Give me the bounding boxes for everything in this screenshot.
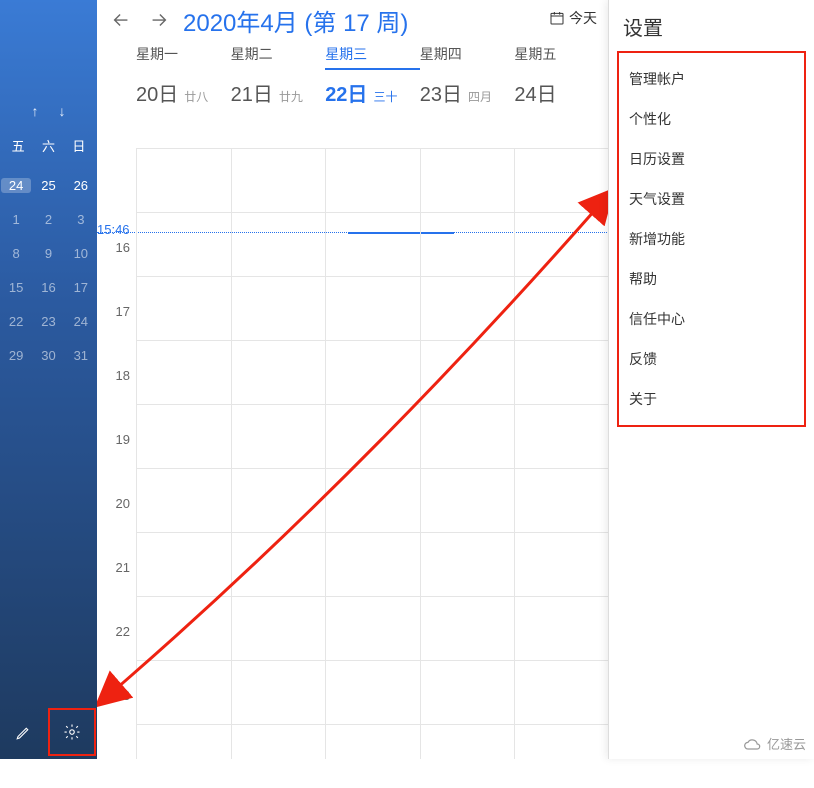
day-lunar: 三十 <box>373 88 397 105</box>
hour-label: 20 <box>97 496 136 560</box>
mini-cal-wd: 日 <box>72 136 85 155</box>
settings-item-calendar[interactable]: 日历设置 <box>619 139 804 179</box>
page-title: 2020年4月 (第 17 周) <box>183 3 408 38</box>
calendar-icon <box>549 10 565 26</box>
mini-cal-day[interactable]: 29 <box>1 348 31 363</box>
mini-cal-day[interactable]: 22 <box>1 314 31 329</box>
hour-label: 22 <box>97 624 136 688</box>
hour-label: 18 <box>97 368 136 432</box>
mini-cal-grid: 24 25 26 1 2 3 8 9 10 15 16 17 22 23 24 … <box>0 168 97 372</box>
day-cell[interactable]: 21日 廿九 <box>231 78 326 107</box>
mini-cal-day[interactable]: 10 <box>66 246 96 261</box>
mini-cal-prev-icon[interactable]: ↑ <box>32 103 39 119</box>
mini-cal-day[interactable]: 8 <box>1 246 31 261</box>
mini-cal-day[interactable]: 30 <box>33 348 63 363</box>
settings-item-personalize[interactable]: 个性化 <box>619 99 804 139</box>
settings-list: 管理帐户 个性化 日历设置 天气设置 新增功能 帮助 信任中心 反馈 关于 <box>617 51 806 427</box>
mini-cal-nav: ↑ ↓ <box>0 103 97 119</box>
hour-label: 21 <box>97 560 136 624</box>
mini-cal-day[interactable]: 9 <box>33 246 63 261</box>
weekday[interactable]: 星期五 <box>514 44 609 70</box>
watermark: 亿速云 <box>743 734 806 753</box>
settings-item-manage-account[interactable]: 管理帐户 <box>619 59 804 99</box>
day-lunar: 廿八 <box>184 88 208 105</box>
day-number: 23日 <box>420 78 462 107</box>
weekday-row: 星期一 星期二 星期三 星期四 星期五 <box>136 44 609 70</box>
mini-cal-day[interactable]: 24 <box>1 178 31 193</box>
mini-cal-day[interactable]: 2 <box>33 212 63 227</box>
settings-item-help[interactable]: 帮助 <box>619 259 804 299</box>
mini-cal-day[interactable]: 15 <box>1 280 31 295</box>
mini-cal-day[interactable]: 16 <box>33 280 63 295</box>
settings-panel: 设置 管理帐户 个性化 日历设置 天气设置 新增功能 帮助 信任中心 反馈 关于 <box>608 0 814 759</box>
today-button[interactable]: 今天 <box>549 8 597 28</box>
weekday[interactable]: 星期四 <box>420 44 515 70</box>
grid-columns <box>136 148 609 759</box>
edit-icon[interactable] <box>0 708 48 756</box>
hour-label: 17 <box>97 304 136 368</box>
next-week-button[interactable] <box>145 6 173 34</box>
day-lunar: 四月 <box>468 88 492 105</box>
settings-item-trust-center[interactable]: 信任中心 <box>619 299 804 339</box>
calendar-header: 2020年4月 (第 17 周) 今天 <box>97 0 609 40</box>
mini-cal-day[interactable]: 24 <box>66 314 96 329</box>
day-number-row: 20日 廿八 21日 廿九 22日 三十 23日 四月 24日 <box>136 78 609 107</box>
day-lunar: 廿九 <box>279 88 303 105</box>
day-number: 22日 <box>325 78 367 107</box>
settings-button[interactable] <box>48 708 96 756</box>
day-cell[interactable]: 24日 <box>514 78 609 107</box>
day-cell[interactable]: 23日 四月 <box>420 78 515 107</box>
day-cell[interactable]: 22日 三十 <box>325 78 420 107</box>
hour-labels: 16 17 18 19 20 21 22 23 <box>97 248 136 760</box>
mini-cal-day[interactable]: 31 <box>66 348 96 363</box>
mini-cal-header: 五 六 日 <box>0 136 97 155</box>
settings-item-feedback[interactable]: 反馈 <box>619 339 804 379</box>
hour-label: 19 <box>97 432 136 496</box>
mini-cal-day[interactable]: 17 <box>66 280 96 295</box>
mini-cal-day[interactable]: 1 <box>1 212 31 227</box>
sidebar: ↑ ↓ 五 六 日 24 25 26 1 2 3 8 9 10 15 16 17… <box>0 0 97 759</box>
mini-cal-wd: 五 <box>12 136 25 155</box>
mini-cal-day[interactable]: 25 <box>33 178 63 193</box>
cloud-icon <box>743 737 763 751</box>
day-number: 20日 <box>136 78 178 107</box>
sidebar-bottom <box>0 704 97 759</box>
settings-item-about[interactable]: 关于 <box>619 379 804 419</box>
settings-item-weather[interactable]: 天气设置 <box>619 179 804 219</box>
hour-label: 23 <box>97 688 136 752</box>
mini-cal-next-icon[interactable]: ↓ <box>59 103 66 119</box>
settings-item-whats-new[interactable]: 新增功能 <box>619 219 804 259</box>
mini-cal-day[interactable]: 3 <box>66 212 96 227</box>
day-number: 24日 <box>514 78 556 107</box>
weekday[interactable]: 星期一 <box>136 44 231 70</box>
mini-cal-day[interactable]: 23 <box>33 314 63 329</box>
mini-cal-day[interactable]: 26 <box>66 178 96 193</box>
weekday[interactable]: 星期二 <box>231 44 326 70</box>
weekday[interactable]: 星期三 <box>325 44 420 70</box>
today-label: 今天 <box>569 8 597 28</box>
prev-week-button[interactable] <box>107 6 135 34</box>
settings-title: 设置 <box>609 0 814 47</box>
mini-cal-wd: 六 <box>42 136 55 155</box>
hour-label: 16 <box>97 240 136 304</box>
current-time-label: 15:46 <box>97 222 134 237</box>
day-number: 21日 <box>231 78 273 107</box>
calendar-grid[interactable]: 15:46 16 17 18 19 20 21 22 23 <box>97 148 609 759</box>
day-cell[interactable]: 20日 廿八 <box>136 78 231 107</box>
